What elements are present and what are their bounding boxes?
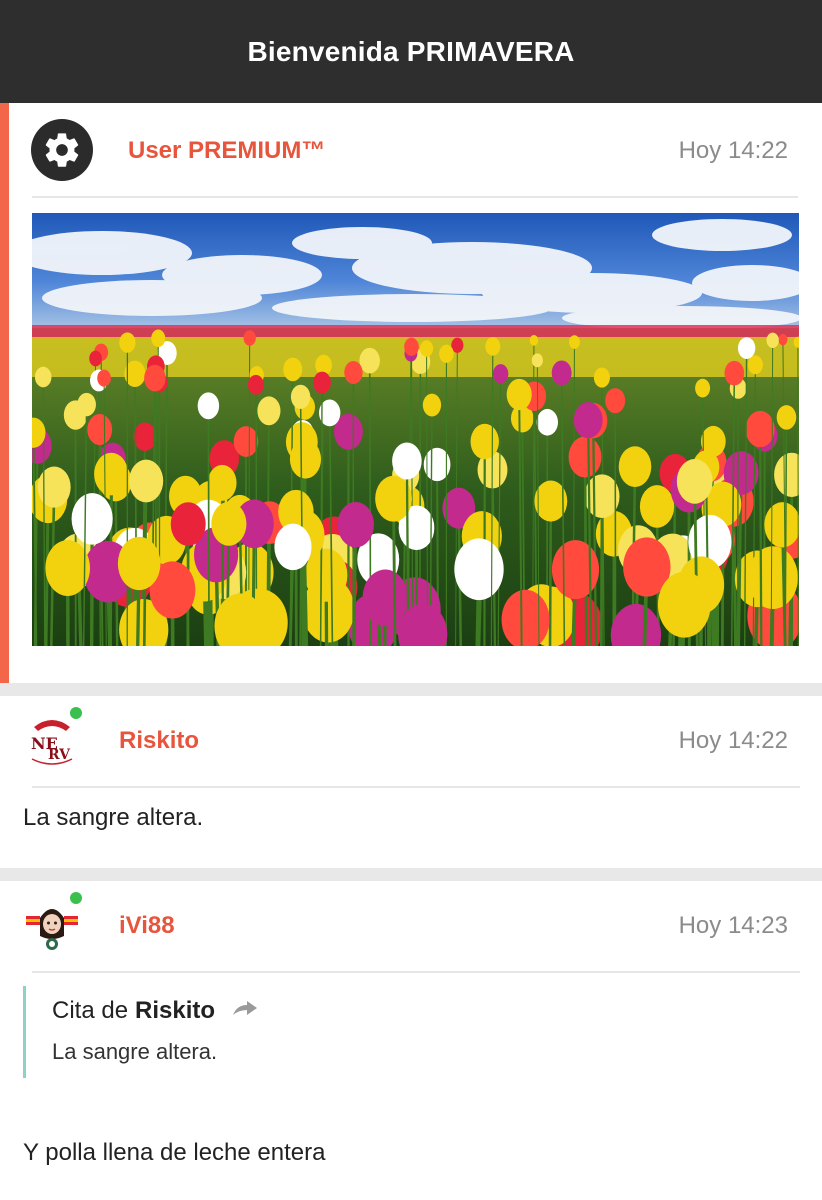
share-arrow-icon[interactable]	[231, 997, 259, 1025]
username[interactable]: iVi88	[119, 912, 679, 940]
timestamp: Hoy 14:22	[678, 727, 788, 754]
online-indicator	[68, 890, 84, 906]
timestamp: Hoy 14:23	[678, 912, 788, 939]
avatar[interactable]	[22, 890, 86, 958]
post-header: NE RV Riskito Hoy 14:22	[22, 705, 788, 774]
timestamp: Hoy 14:22	[678, 137, 788, 164]
quote-author[interactable]: Riskito	[135, 997, 215, 1025]
page-title: Bienvenida PRIMAVERA	[247, 35, 575, 67]
post-text: Y polla llena de leche entera	[23, 1139, 326, 1166]
avatar[interactable]: NE RV	[22, 705, 86, 773]
post-card: NE RV Riskito Hoy 14:22 La sangre altera…	[0, 696, 822, 868]
post-card: iVi88 Hoy 14:23 Cita de Riskito La sangr…	[0, 881, 822, 1200]
post-card: User PREMIUM™ Hoy 14:22	[0, 103, 822, 683]
divider	[32, 196, 798, 198]
avatar[interactable]	[31, 119, 95, 183]
tulip-field-photo[interactable]	[32, 213, 799, 646]
top-bar: Bienvenida PRIMAVERA	[0, 0, 822, 103]
quote-block: Cita de Riskito La sangre altera.	[23, 986, 323, 1078]
quote-text: La sangre altera.	[52, 1039, 218, 1064]
online-indicator	[68, 705, 84, 721]
post-header: iVi88 Hoy 14:23	[22, 890, 788, 959]
quote-header: Cita de Riskito	[52, 989, 323, 1033]
divider	[32, 786, 800, 788]
divider	[32, 971, 800, 973]
gear-icon	[31, 119, 93, 181]
username[interactable]: Riskito	[119, 727, 679, 755]
post-text: La sangre altera.	[23, 804, 204, 831]
post-header: User PREMIUM™ Hoy 14:22	[31, 117, 788, 185]
username[interactable]: User PREMIUM™	[128, 137, 679, 165]
quote-prefix: Cita de	[52, 997, 129, 1024]
